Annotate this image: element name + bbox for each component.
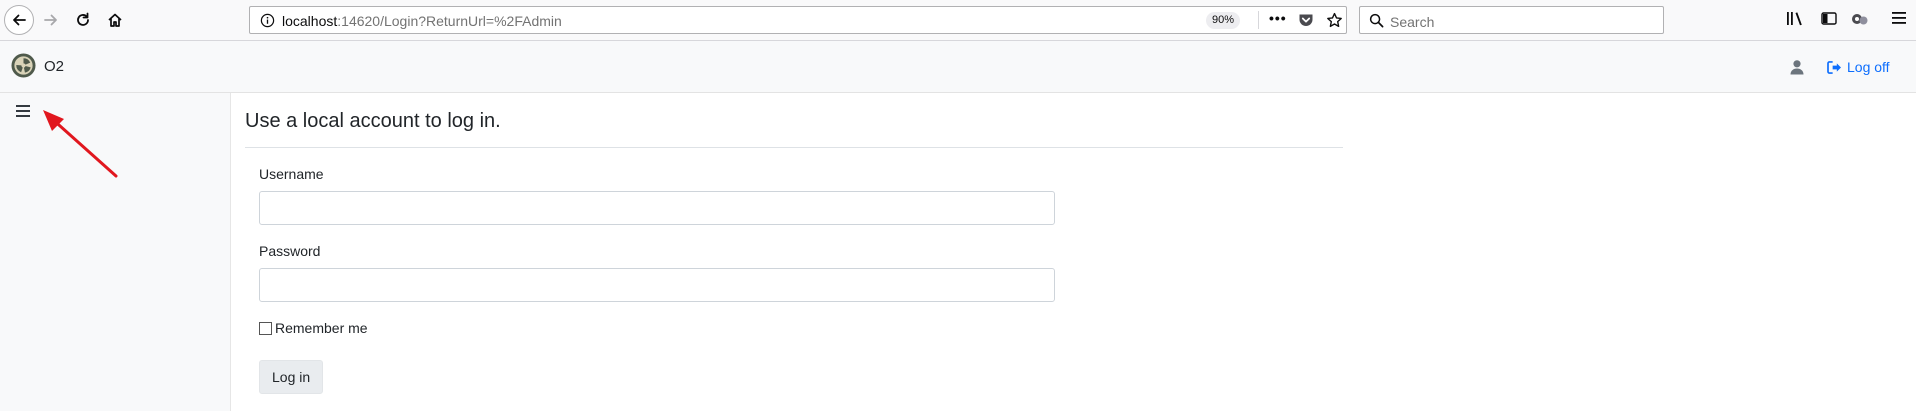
brand-logo[interactable] (11, 53, 36, 78)
url-host: localhost (282, 13, 338, 29)
reload-button[interactable] (68, 5, 98, 35)
site-navbar: O2 Log off (0, 41, 1916, 93)
annotation-arrow (43, 110, 118, 178)
search-icon (1369, 13, 1384, 28)
password-input[interactable] (259, 268, 1055, 302)
app-menu-icon[interactable] (1892, 11, 1906, 25)
brand-name[interactable]: O2 (44, 58, 64, 75)
more-actions-icon[interactable]: ••• (1269, 10, 1287, 26)
login-button[interactable]: Log in (259, 360, 324, 394)
back-icon (13, 14, 26, 26)
search-placeholder: Search (1390, 14, 1435, 30)
sidebar-toggle-icon[interactable] (1821, 11, 1837, 27)
remember-me-checkbox[interactable] (259, 321, 272, 335)
remember-me[interactable]: Remember me (259, 320, 368, 336)
forward-icon (44, 14, 57, 26)
logoff-icon (1827, 60, 1841, 74)
library-icon[interactable] (1786, 11, 1804, 27)
home-icon (108, 13, 122, 27)
username-label: Username (259, 166, 324, 182)
username-input[interactable] (259, 191, 1055, 225)
reload-icon (77, 12, 89, 26)
browser-search-bar[interactable]: Search (1359, 6, 1664, 34)
address-bar[interactable]: localhost:14620/Login?ReturnUrl=%2FAdmin… (249, 6, 1347, 34)
info-icon[interactable] (260, 13, 275, 28)
url-text[interactable]: localhost:14620/Login?ReturnUrl=%2FAdmin (282, 13, 562, 29)
pocket-icon[interactable] (1298, 13, 1314, 28)
password-label: Password (259, 243, 321, 259)
logoff-link[interactable]: Log off (1827, 59, 1890, 75)
user-icon[interactable] (1789, 59, 1805, 75)
hamburger-menu-icon[interactable] (16, 105, 30, 117)
bookmark-star-icon[interactable] (1326, 12, 1343, 29)
url-separator (1258, 11, 1259, 29)
home-button[interactable] (100, 5, 130, 35)
url-path: :14620/Login?ReturnUrl=%2FAdmin (337, 13, 562, 29)
forward-button[interactable] (36, 5, 66, 35)
extension-icon[interactable] (1851, 11, 1869, 27)
logoff-label: Log off (1847, 59, 1890, 75)
browser-toolbar: localhost:14620/Login?ReturnUrl=%2FAdmin… (0, 0, 1916, 41)
divider (245, 147, 1343, 148)
back-button[interactable] (4, 5, 34, 35)
remember-me-label[interactable]: Remember me (275, 320, 368, 336)
zoom-indicator[interactable]: 90% (1206, 12, 1241, 29)
page-title: Use a local account to log in. (245, 110, 501, 132)
